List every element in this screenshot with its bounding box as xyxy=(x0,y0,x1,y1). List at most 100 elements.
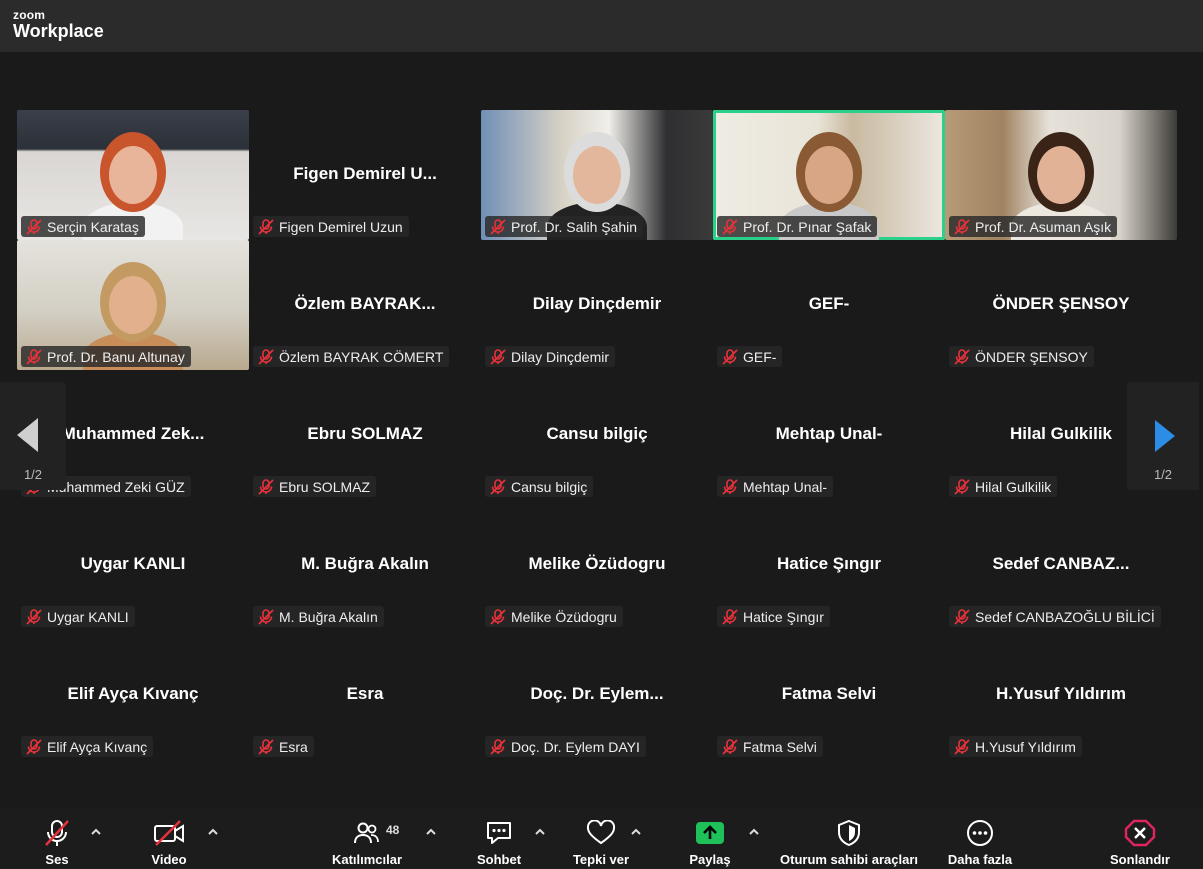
react-button[interactable]: Tepki ver xyxy=(568,807,634,869)
microphone-muted-icon xyxy=(953,478,971,495)
host-tools-button[interactable]: Oturum sahibi araçları xyxy=(776,807,922,869)
participants-count: 48 xyxy=(386,823,400,837)
participant-tile[interactable]: Hatice Şıngır Hatice Şıngır xyxy=(713,500,945,630)
participant-name-label: Dilay Dinçdemir xyxy=(485,346,616,367)
participant-name-label: Mehtap Unal- xyxy=(717,476,834,497)
participant-face xyxy=(109,146,157,204)
participants-options-caret[interactable] xyxy=(425,827,437,837)
participant-display-name: Fatma Selvi xyxy=(781,684,877,703)
microphone-muted-icon xyxy=(953,738,971,755)
participant-display-name: Melike Özüdogru xyxy=(528,554,666,573)
participant-name-label: Özlem BAYRAK CÖMERT xyxy=(253,346,450,367)
participant-tile[interactable]: GEF- GEF- xyxy=(713,240,945,370)
shield-icon xyxy=(831,817,867,849)
participant-tile[interactable]: H.Yusuf Yıldırım H.Yusuf Yıldırım xyxy=(945,630,1177,760)
participant-tile[interactable]: Sedef CANBAZ... Sedef CANBAZOĞLU BİLİCİ xyxy=(945,500,1177,630)
participant-display-name: Uygar KANLI xyxy=(80,554,186,573)
participant-display-name: Elif Ayça Kıvanç xyxy=(67,684,199,703)
share-options-caret[interactable] xyxy=(748,827,760,837)
participant-tile[interactable]: Cansu bilgiç Cansu bilgiç xyxy=(481,370,713,500)
end-meeting-icon xyxy=(1122,817,1158,849)
video-options-caret[interactable] xyxy=(207,827,219,837)
microphone-muted-icon xyxy=(489,608,507,625)
chat-options-caret[interactable] xyxy=(534,827,546,837)
participant-tile[interactable]: Elif Ayça Kıvanç Elif Ayça Kıvanç xyxy=(17,630,249,760)
participant-video-tile[interactable]: Prof. Dr. Banu Altunay xyxy=(17,240,249,370)
share-label: Paylaş xyxy=(689,852,731,867)
participant-name-label: Prof. Dr. Asuman Aşık xyxy=(949,216,1118,237)
microphone-muted-icon xyxy=(25,608,43,625)
title-bar: zoom Workplace xyxy=(0,0,1203,52)
participant-display-name: GEF- xyxy=(808,294,850,313)
participant-video-tile[interactable]: Prof. Dr. Salih Şahin xyxy=(481,110,713,240)
participants-button[interactable]: Katılımcılar xyxy=(328,807,406,869)
participant-tile[interactable]: Özlem BAYRAK... Özlem BAYRAK CÖMERT xyxy=(249,240,481,370)
microphone-muted-icon xyxy=(25,738,43,755)
share-button[interactable]: Paylaş xyxy=(684,807,736,869)
participant-name-label: GEF- xyxy=(717,346,783,367)
participant-name-text: Doç. Dr. Eylem DAYI xyxy=(511,738,640,755)
participant-name-text: M. Buğra Akalın xyxy=(279,608,378,625)
participant-video-tile[interactable]: Serçin Karataş xyxy=(17,110,249,240)
participant-display-name: Dilay Dinçdemir xyxy=(532,294,662,313)
participant-tile[interactable]: Mehtap Unal- Mehtap Unal- xyxy=(713,370,945,500)
participant-name-label: H.Yusuf Yıldırım xyxy=(949,736,1082,757)
participant-tile[interactable]: Melike Özüdogru Melike Özüdogru xyxy=(481,500,713,630)
participant-name-label: Serçin Karataş xyxy=(21,216,145,237)
previous-page-button[interactable]: 1/2 xyxy=(0,382,66,490)
microphone-muted-icon xyxy=(721,478,739,495)
participant-tile[interactable]: Doç. Dr. Eylem... Doç. Dr. Eylem DAYI xyxy=(481,630,713,760)
video-button[interactable]: Video xyxy=(143,807,195,869)
participant-tile[interactable]: Esra Esra xyxy=(249,630,481,760)
participant-video-tile[interactable]: Prof. Dr. Asuman Aşık xyxy=(945,110,1177,240)
participant-name-text: Fatma Selvi xyxy=(743,738,817,755)
participant-name-label: Hatice Şıngır xyxy=(717,606,830,627)
participant-name-label: Uygar KANLI xyxy=(21,606,135,627)
participant-name-text: Ebru SOLMAZ xyxy=(279,478,371,495)
participant-name-label: Melike Özüdogru xyxy=(485,606,623,627)
share-screen-icon xyxy=(692,817,728,849)
host-tools-label: Oturum sahibi araçları xyxy=(780,852,918,867)
microphone-muted-icon xyxy=(257,738,275,755)
participant-name-label: Sedef CANBAZOĞLU BİLİCİ xyxy=(949,606,1161,627)
microphone-muted-icon xyxy=(39,817,75,849)
participant-display-name: Figen Demirel U... xyxy=(293,164,437,183)
participant-face xyxy=(573,146,621,204)
chat-button[interactable]: Sohbet xyxy=(472,807,526,869)
participant-video-tile[interactable]: Prof. Dr. Pınar Şafak xyxy=(713,110,945,240)
chat-icon xyxy=(481,817,517,849)
participant-tile[interactable]: ÖNDER ŞENSOY ÖNDER ŞENSOY xyxy=(945,240,1177,370)
end-meeting-label: Sonlandır xyxy=(1110,852,1170,867)
participant-name-text: Özlem BAYRAK CÖMERT xyxy=(279,348,444,365)
participant-tile[interactable]: Dilay Dinçdemir Dilay Dinçdemir xyxy=(481,240,713,370)
participant-tile[interactable]: Fatma Selvi Fatma Selvi xyxy=(713,630,945,760)
participant-name-label: Fatma Selvi xyxy=(717,736,823,757)
participant-name-label: Prof. Dr. Salih Şahin xyxy=(485,216,644,237)
microphone-muted-icon xyxy=(953,348,971,365)
participant-tile[interactable]: Uygar KANLI Uygar KANLI xyxy=(17,500,249,630)
participant-tile[interactable]: Ebru SOLMAZ Ebru SOLMAZ xyxy=(249,370,481,500)
microphone-muted-icon xyxy=(953,218,971,235)
microphone-muted-icon xyxy=(721,608,739,625)
participant-name-label: M. Buğra Akalın xyxy=(253,606,384,627)
participant-name-text: Prof. Dr. Asuman Aşık xyxy=(975,218,1112,235)
participant-tile[interactable]: Figen Demirel U... Figen Demirel Uzun xyxy=(249,110,481,240)
participant-name-text: Hatice Şıngır xyxy=(743,608,824,625)
mute-options-caret[interactable] xyxy=(90,827,102,837)
microphone-muted-icon xyxy=(257,608,275,625)
video-off-icon xyxy=(151,817,187,849)
participant-name-text: Prof. Dr. Banu Altunay xyxy=(47,348,185,365)
mute-button[interactable]: Ses xyxy=(32,807,82,869)
microphone-muted-icon xyxy=(25,348,43,365)
gallery-stage: Serçin Karataş Figen Demirel U... Figen De… xyxy=(0,52,1203,807)
brand-workplace: Workplace xyxy=(13,21,104,41)
end-meeting-button[interactable]: Sonlandır xyxy=(1104,807,1176,869)
react-options-caret[interactable] xyxy=(630,827,642,837)
participant-display-name: Esra xyxy=(346,684,384,703)
participant-name-text: Uygar KANLI xyxy=(47,608,129,625)
next-page-button[interactable]: 1/2 xyxy=(1127,382,1199,490)
more-button[interactable]: Daha fazla xyxy=(944,807,1016,869)
page-indicator-right: 1/2 xyxy=(1153,467,1173,482)
participant-tile[interactable]: M. Buğra Akalın M. Buğra Akalın xyxy=(249,500,481,630)
react-label: Tepki ver xyxy=(572,852,630,867)
